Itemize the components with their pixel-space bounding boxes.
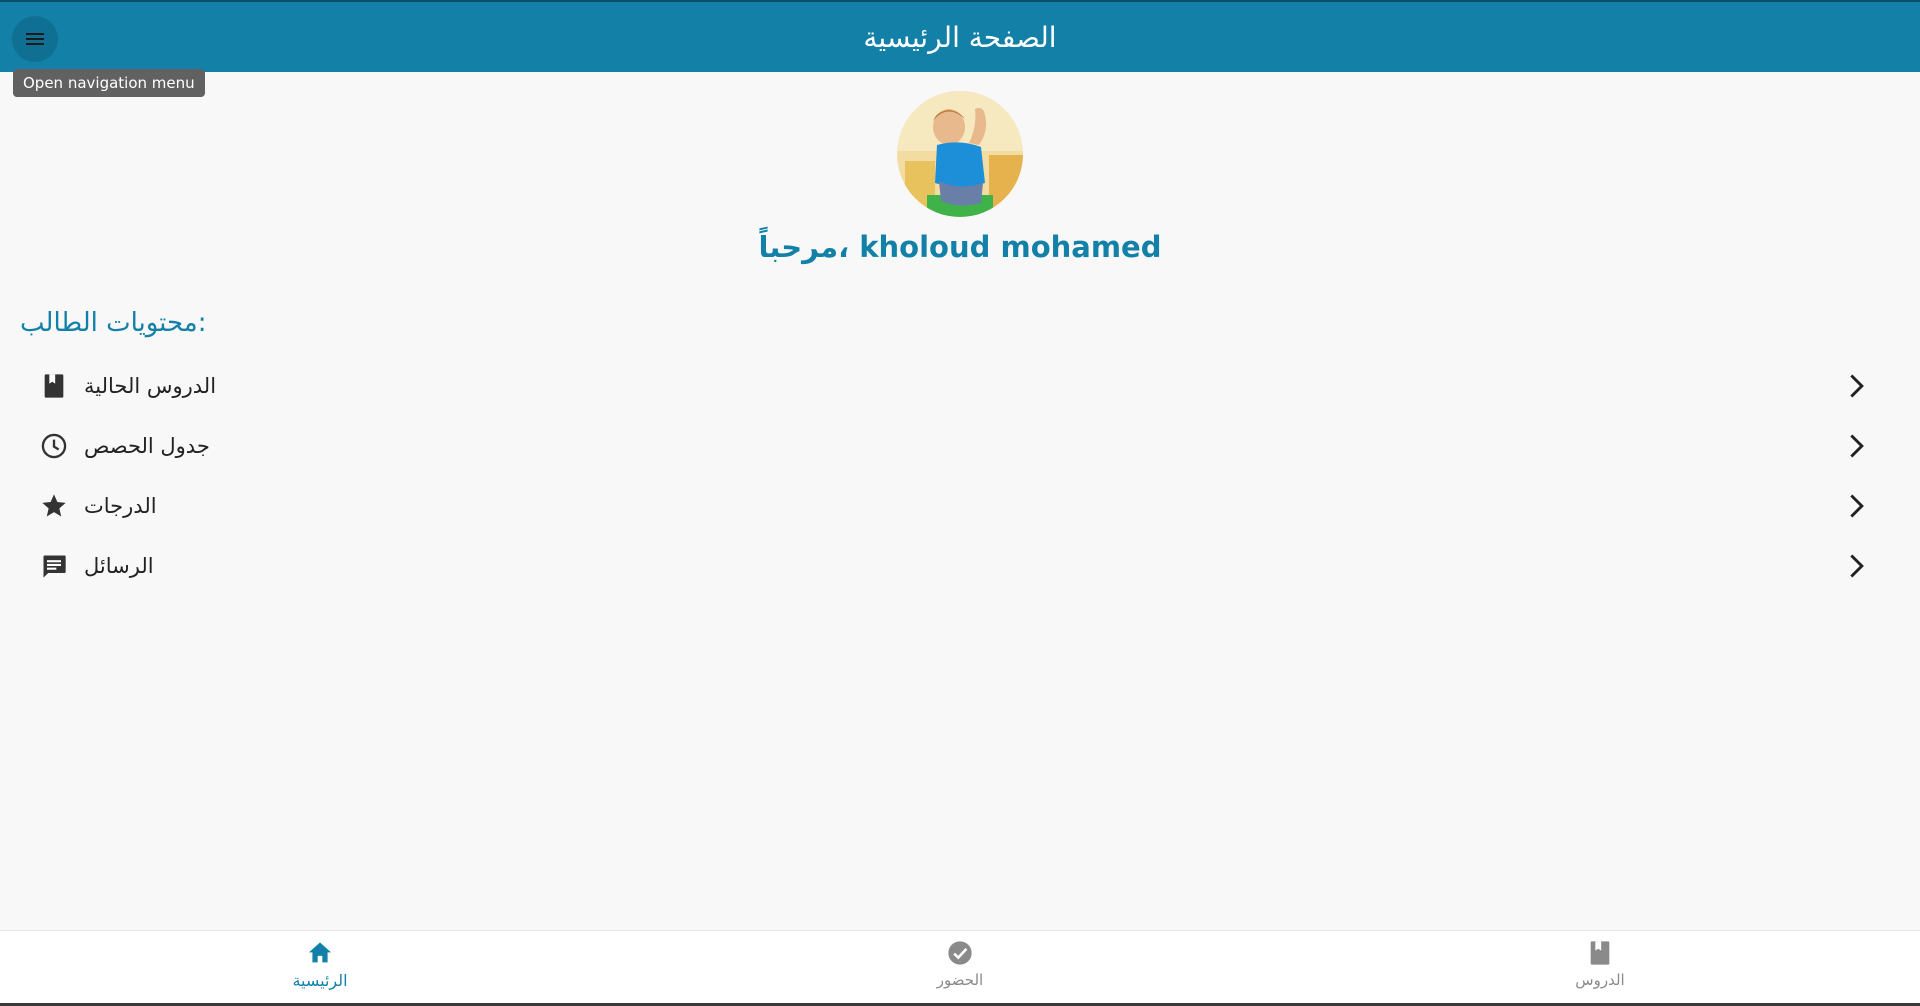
chevron-right-icon xyxy=(1850,494,1864,518)
menu-item-label: الدرجات xyxy=(84,494,157,518)
check-circle-icon xyxy=(948,941,972,965)
app-root: الصفحة الرئيسية Open navigation menu مرح… xyxy=(0,0,1920,1006)
bottom-nav-label: الحضور xyxy=(936,971,984,989)
menu-item-label: الرسائل xyxy=(84,554,154,578)
avatar xyxy=(897,91,1023,217)
menu-item-messages[interactable]: الرسائل xyxy=(0,536,1920,596)
menu-item-class-schedule[interactable]: جدول الحصص xyxy=(0,416,1920,476)
bottom-nav-label: الرئيسية xyxy=(292,971,348,990)
home-icon xyxy=(308,942,332,963)
page-title: الصفحة الرئيسية xyxy=(863,21,1057,54)
section-title: محتويات الطالب: xyxy=(20,308,207,338)
bottom-nav-label: الدروس xyxy=(1575,971,1625,989)
book-icon xyxy=(1590,941,1610,965)
bottom-navigation: الرئيسية الحضور الدروس xyxy=(0,930,1920,1006)
menu-item-grades[interactable]: الدرجات xyxy=(0,476,1920,536)
welcome-message: مرحباً، kholoud mohamed xyxy=(758,230,1162,264)
bottom-nav-attendance[interactable]: الحضور xyxy=(860,939,1060,999)
clock-icon xyxy=(41,433,67,459)
navigation-menu-button[interactable] xyxy=(12,16,58,62)
bottom-nav-lessons[interactable]: الدروس xyxy=(1500,939,1700,999)
book-icon xyxy=(44,374,64,398)
student-contents-list: الدروس الحالية جدول الحصص الدرجات الرسائ… xyxy=(0,356,1920,596)
navigation-menu-tooltip: Open navigation menu xyxy=(13,69,205,97)
chevron-right-icon xyxy=(1850,434,1864,458)
menu-item-label: جدول الحصص xyxy=(84,434,210,458)
message-icon xyxy=(43,555,66,578)
app-bar: الصفحة الرئيسية xyxy=(0,0,1920,72)
menu-item-label: الدروس الحالية xyxy=(84,374,217,398)
star-icon xyxy=(42,494,66,517)
menu-item-current-lessons[interactable]: الدروس الحالية xyxy=(0,356,1920,416)
chevron-right-icon xyxy=(1850,374,1864,398)
bottom-nav-home[interactable]: الرئيسية xyxy=(220,939,420,999)
chevron-right-icon xyxy=(1850,554,1864,578)
menu-icon xyxy=(26,33,44,45)
